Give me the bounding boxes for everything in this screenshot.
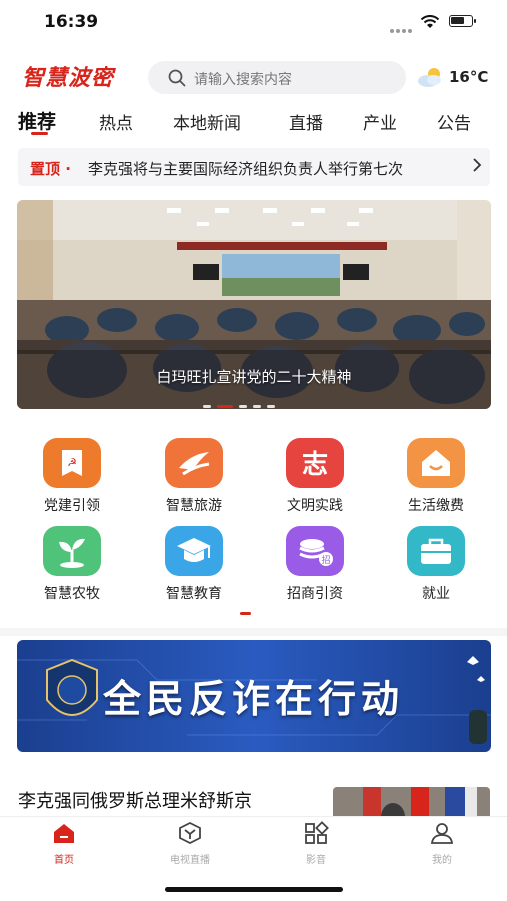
- tab-media[interactable]: 影音: [271, 821, 361, 866]
- service-education[interactable]: 智慧教育: [144, 526, 244, 603]
- service-investment[interactable]: 招 招商引资: [265, 526, 365, 603]
- category-tabs: 推荐 热点 本地新闻 直播 产业 公告: [0, 106, 507, 140]
- graduation-cap-icon: [165, 526, 223, 576]
- header: 智慧波密 请输入搜索内容 16°C: [0, 58, 507, 98]
- service-bill-payment[interactable]: 生活缴费: [386, 438, 486, 515]
- service-civilization[interactable]: 志 文明实践: [265, 438, 365, 515]
- tab-live[interactable]: 直播: [289, 109, 323, 134]
- carousel-indicator: [203, 396, 281, 409]
- service-label: 党建引领: [44, 498, 100, 514]
- tab-local-news[interactable]: 本地新闻: [173, 109, 241, 134]
- service-label: 智慧教育: [166, 586, 222, 602]
- grid-page-indicator: [240, 612, 251, 615]
- house-icon: [407, 438, 465, 488]
- tab-tv-live[interactable]: 电视直播: [145, 821, 235, 866]
- section-divider: [0, 628, 507, 636]
- pinned-news[interactable]: 置顶 · 李克强将与主要国际经济组织负责人举行第七次: [18, 148, 490, 186]
- tab-mine[interactable]: 我的: [397, 821, 487, 866]
- tab-label: 影音: [306, 855, 326, 866]
- tv-icon: [179, 821, 201, 845]
- wifi-icon: [420, 14, 440, 33]
- service-agriculture[interactable]: 智慧农牧: [22, 526, 122, 603]
- service-label: 生活缴费: [408, 498, 464, 514]
- pinned-tag: 置顶 ·: [30, 160, 71, 178]
- service-label: 招商引资: [287, 586, 343, 602]
- service-smart-travel[interactable]: 智慧旅游: [144, 438, 244, 515]
- services-grid: ☭ 党建引领 智慧旅游 志 文明实践 生活缴费 智慧农牧 智慧教育 招 招商引资…: [0, 438, 507, 608]
- invest-icon: 招: [286, 526, 344, 576]
- anti-fraud-slogan: 全民反诈在行动: [103, 676, 405, 721]
- service-label: 智慧旅游: [166, 498, 222, 514]
- tab-industry[interactable]: 产业: [363, 109, 397, 134]
- sprout-icon: [43, 526, 101, 576]
- service-label: 智慧农牧: [44, 586, 100, 602]
- travel-icon: [165, 438, 223, 488]
- service-employment[interactable]: 就业: [386, 526, 486, 603]
- tab-notice[interactable]: 公告: [437, 109, 471, 134]
- signal-icon: [390, 18, 414, 37]
- party-flag-icon: ☭: [43, 438, 101, 488]
- svg-text:志: 志: [302, 450, 328, 480]
- app-logo: 智慧波密: [22, 65, 115, 91]
- tab-label: 我的: [432, 855, 452, 866]
- banner-caption: 白玛旺扎宣讲党的二十大精神: [156, 368, 352, 386]
- battery-icon: [449, 15, 476, 27]
- svg-text:☭: ☭: [67, 456, 77, 469]
- search-placeholder: 请输入搜索内容: [194, 72, 292, 88]
- home-icon: [54, 824, 74, 843]
- bottom-tab-bar: 首页 电视直播 影音 我的: [0, 816, 507, 901]
- tab-hot[interactable]: 热点: [99, 109, 133, 134]
- temperature: 16°C: [449, 68, 489, 86]
- active-tab-indicator: [31, 132, 48, 135]
- tab-label: 电视直播: [170, 855, 210, 866]
- tab-label: 首页: [54, 855, 74, 866]
- anti-fraud-banner[interactable]: 全民反诈在行动: [17, 640, 491, 752]
- volunteer-icon: 志: [286, 438, 344, 488]
- banner-carousel[interactable]: 白玛旺扎宣讲党的二十大精神: [17, 200, 491, 409]
- apps-grid-icon: [305, 821, 329, 844]
- tab-recommend[interactable]: 推荐: [18, 107, 56, 134]
- news-thumbnail[interactable]: [333, 787, 490, 817]
- status-time: 16:39: [44, 12, 99, 32]
- service-label: 文明实践: [287, 498, 343, 514]
- pinned-text: 李克强将与主要国际经济组织负责人举行第七次: [88, 160, 404, 178]
- user-icon: [430, 823, 454, 844]
- search-icon: [168, 69, 186, 91]
- chevron-right-icon: [472, 157, 482, 178]
- tab-home[interactable]: 首页: [19, 821, 109, 866]
- svg-text:招: 招: [321, 554, 330, 566]
- news-headline[interactable]: 李克强同俄罗斯总理米舒斯京: [18, 787, 252, 813]
- partly-cloudy-icon: [416, 65, 446, 93]
- search-input[interactable]: 请输入搜索内容: [148, 61, 406, 94]
- service-party-building[interactable]: ☭ 党建引领: [22, 438, 122, 515]
- service-label: 就业: [422, 586, 450, 602]
- briefcase-icon: [407, 526, 465, 576]
- status-bar: 16:39: [0, 0, 507, 44]
- home-indicator: [165, 887, 343, 892]
